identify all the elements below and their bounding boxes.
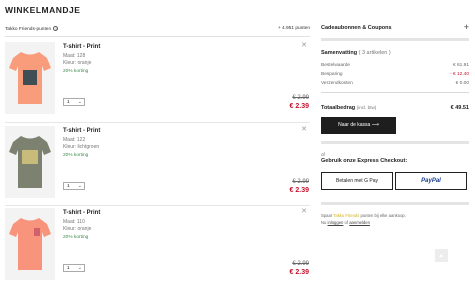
points-label: Takko Friends-punten (5, 26, 52, 32)
points-value: + 4.951 punten (277, 26, 310, 31)
close-icon[interactable]: ✕ (301, 207, 307, 215)
cart-item: T-shirt - Print Maat: 128 Kleur: oranje … (5, 40, 310, 120)
quantity-value: 1 (67, 184, 70, 189)
tshirt-image (9, 136, 51, 188)
promo-text: Spaar Takko Friends punten bij elke aank… (321, 213, 469, 218)
product-size: Maat: 110 (63, 219, 85, 225)
summary-row: Besparing - € 12.40 (321, 72, 469, 77)
divider (321, 202, 469, 205)
tshirt-image (9, 52, 51, 104)
product-color: Kleur: oranje (63, 60, 92, 66)
express-checkout-title: Gebruik onze Express Checkout: (321, 158, 408, 164)
register-link[interactable]: aanmelden (349, 220, 370, 225)
new-price: € 2.39 (289, 269, 309, 276)
info-icon[interactable]: i (53, 26, 59, 31)
chevron-down-icon: ⌄ (77, 98, 82, 105)
close-icon[interactable]: ✕ (301, 125, 307, 133)
summary-count: ( 3 artikelen ) (358, 50, 391, 56)
paypal-button[interactable]: PayPal (395, 172, 467, 190)
page-title: WINKELMANDJE (5, 5, 81, 15)
product-name[interactable]: T-shirt - Print (63, 128, 100, 134)
chevron-down-icon: ⌄ (77, 182, 82, 189)
summary-row-label: Besparing (321, 72, 343, 77)
product-image[interactable] (5, 42, 55, 114)
gift-coupons-toggle[interactable]: Cadeaubonnen & Coupons + (321, 22, 469, 32)
promo-text-part: punten bij elke aankoop. (359, 213, 406, 218)
product-size: Maat: 128 (63, 53, 86, 59)
cart-item: T-shirt - Print Maat: 110 Kleur: oranje … (5, 206, 310, 286)
summary-row: Bestelwaarde € 61.91 (321, 63, 469, 68)
promo-login-text: Nu inloggen of aanmelden (321, 220, 370, 225)
cart-item: T-shirt - Print Maat: 122 Kleur: lichtgr… (5, 124, 310, 204)
scroll-to-top-button[interactable] (435, 249, 448, 262)
product-name[interactable]: T-shirt - Print (63, 210, 100, 216)
total-value: € 49.51 (450, 105, 469, 111)
total-row: Totaalbedrag (incl. btw) € 49.51 (321, 105, 469, 111)
gift-coupons-label: Cadeaubonnen & Coupons (321, 25, 392, 31)
summary-row-value: € 0.00 (455, 81, 469, 86)
tshirt-image (9, 218, 51, 270)
points-bar: Takko Friends-punten i + 4.951 punten (5, 26, 310, 34)
product-name[interactable]: T-shirt - Print (63, 44, 100, 50)
product-image[interactable] (5, 126, 55, 198)
new-price: € 2.39 (289, 187, 309, 194)
or-label: of (321, 152, 325, 157)
divider (321, 38, 469, 41)
quantity-value: 1 (67, 100, 70, 105)
close-icon[interactable]: ✕ (301, 41, 307, 49)
summary-row-label: Verzendkosten (321, 81, 353, 86)
summary-heading: Samenvatting (321, 50, 358, 56)
old-price: € 2.99 (292, 179, 309, 185)
login-link[interactable]: inloggen (328, 220, 344, 225)
summary-row-value: - € 12.40 (450, 72, 469, 77)
checkout-button[interactable]: Naar de kassa ⟶ (321, 117, 396, 134)
takko-friends-link[interactable]: Takko Friends (333, 213, 359, 218)
discount-label: 20% korting (63, 69, 89, 74)
divider (5, 36, 310, 37)
promo-text-part: Spaar (321, 213, 334, 218)
old-price: € 2.99 (292, 261, 309, 267)
divider (321, 92, 469, 93)
summary-row: Verzendkosten € 0.00 (321, 81, 469, 86)
quantity-select[interactable]: 1 ⌄ (63, 264, 85, 272)
arrow-right-icon: ⟶ (371, 122, 379, 128)
summary-title: Samenvatting ( 3 artikelen ) (321, 50, 391, 56)
product-image[interactable] (5, 208, 55, 280)
chevron-down-icon: ⌄ (77, 264, 82, 271)
summary-row-label: Bestelwaarde (321, 63, 351, 68)
summary-row-value: € 61.91 (452, 63, 469, 68)
quantity-select[interactable]: 1 ⌄ (63, 182, 85, 190)
checkout-label: Naar de kassa (338, 122, 371, 128)
total-label: Totaalbedrag (321, 105, 356, 111)
total-sub: (incl. btw) (356, 105, 377, 110)
quantity-select[interactable]: 1 ⌄ (63, 98, 85, 106)
divider (321, 141, 469, 144)
discount-label: 20% korting (63, 153, 89, 158)
old-price: € 2.99 (292, 95, 309, 101)
product-size: Maat: 122 (63, 137, 86, 143)
divider (5, 122, 310, 123)
quantity-value: 1 (67, 266, 70, 271)
product-color: Kleur: oranje (63, 226, 92, 232)
new-price: € 2.39 (289, 103, 309, 110)
google-pay-button[interactable]: Betalen met G Pay (321, 172, 393, 190)
product-color: Kleur: lichtgroen (63, 144, 100, 150)
discount-label: 20% korting (63, 235, 89, 240)
plus-icon[interactable]: + (464, 22, 469, 32)
